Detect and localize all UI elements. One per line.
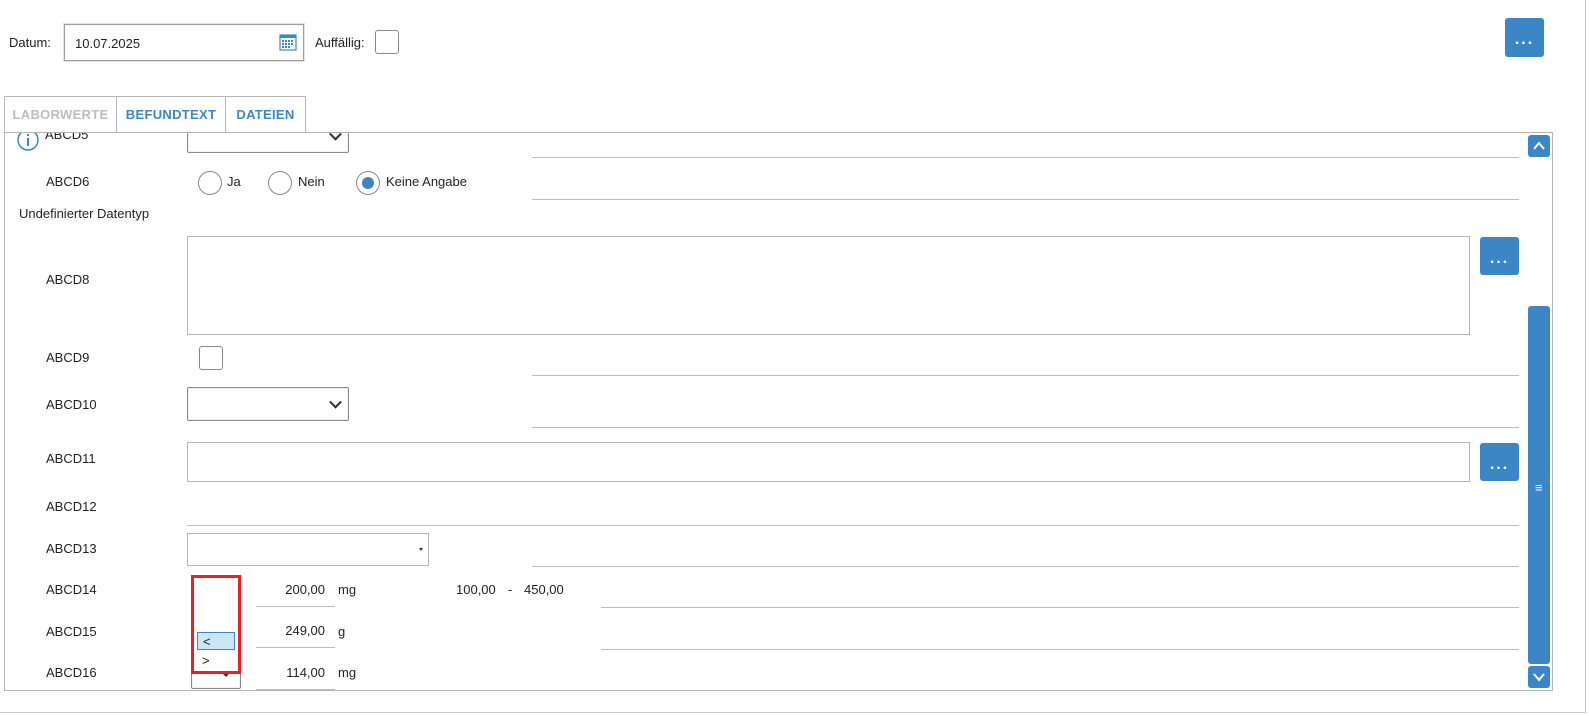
caret-down-icon: [223, 674, 229, 677]
radio-nein-label: Nein: [298, 174, 325, 189]
label-abcd14: ABCD14: [46, 582, 97, 597]
label-abcd6: ABCD6: [46, 174, 90, 189]
chevron-down-icon: [329, 395, 342, 409]
row-divider: [532, 566, 1519, 567]
label-abcd8: ABCD8: [46, 272, 90, 287]
laborwerte-panel: ABCD5 ABCD6 Ja Nein Keine Angabe Undefin…: [4, 132, 1553, 691]
value-underline: [256, 647, 335, 648]
abcd14-range-low: 100,00: [456, 582, 496, 597]
radio-keine-angabe[interactable]: [356, 171, 380, 195]
label-abcd9: ABCD9: [46, 350, 90, 365]
abcd8-textarea[interactable]: [187, 236, 1470, 335]
abcd14-value[interactable]: 200,00: [255, 582, 325, 597]
tab-dateien[interactable]: DATEIEN: [225, 96, 306, 133]
abcd9-checkbox[interactable]: [199, 346, 223, 370]
tab-befundtext[interactable]: BEFUNDTEXT: [116, 96, 226, 133]
label-abcd10: ABCD10: [46, 397, 97, 412]
label-abcd5: ABCD5: [45, 132, 89, 142]
row-divider: [532, 157, 1519, 158]
scrollbar-thumb[interactable]: ≡: [1528, 306, 1550, 664]
info-icon[interactable]: [17, 133, 39, 151]
radio-nein[interactable]: [268, 171, 292, 195]
row-divider: [532, 199, 1519, 200]
auffaellig-checkbox[interactable]: [375, 30, 399, 54]
abcd14-unit: mg: [338, 582, 357, 597]
label-abcd12: ABCD12: [46, 499, 97, 514]
dropdown-option-gt[interactable]: >: [197, 652, 235, 670]
radio-keine-angabe-label: Keine Angabe: [386, 174, 467, 189]
abcd11-input[interactable]: [187, 442, 1470, 482]
datum-field[interactable]: 10.07.2025: [64, 24, 304, 61]
operator-dropdown-popup: < >: [191, 575, 241, 674]
radio-ja-label: Ja: [227, 174, 241, 189]
tab-laborwerte[interactable]: LABORWERTE: [4, 96, 117, 133]
abcd15-value[interactable]: 249,00: [255, 623, 325, 638]
label-abcd16: ABCD16: [46, 665, 97, 680]
calendar-icon[interactable]: [279, 33, 297, 51]
abcd13-select[interactable]: [187, 533, 429, 566]
dropdown-option-lt[interactable]: <: [197, 632, 235, 650]
abcd11-more-button[interactable]: ...: [1480, 443, 1519, 481]
row-divider: [532, 375, 1519, 376]
row-divider: [532, 427, 1519, 428]
label-abcd15: ABCD15: [46, 624, 97, 639]
abcd8-more-button[interactable]: ...: [1480, 237, 1519, 275]
row-divider: [601, 649, 1519, 650]
scroll-down-button[interactable]: [1528, 666, 1550, 688]
caret-down-icon: [419, 548, 423, 551]
section-title: Undefinierter Datentyp: [19, 206, 150, 221]
auffaellig-label: Auffällig:: [315, 35, 365, 50]
datum-label: Datum:: [9, 35, 51, 50]
abcd16-value[interactable]: 114,00: [255, 665, 325, 680]
chevron-down-icon: [329, 133, 342, 141]
grip-icon: ≡: [1535, 480, 1543, 495]
row-divider: [601, 690, 1519, 691]
value-underline: [256, 606, 335, 607]
abcd5-select[interactable]: [187, 133, 349, 153]
abcd16-unit: mg: [338, 665, 357, 680]
label-abcd11: ABCD11: [46, 451, 96, 466]
abcd14-range-high: 450,00: [524, 582, 564, 597]
abcd15-unit: g: [338, 624, 346, 639]
row-divider: [601, 607, 1519, 608]
more-options-button[interactable]: ...: [1505, 18, 1544, 57]
scroll-up-button[interactable]: [1528, 135, 1550, 157]
datum-value: 10.07.2025: [75, 36, 141, 51]
value-underline: [256, 689, 335, 690]
abcd12-line[interactable]: [187, 525, 1519, 526]
abcd10-select[interactable]: [187, 387, 349, 421]
radio-ja[interactable]: [198, 171, 222, 195]
label-abcd13: ABCD13: [46, 541, 97, 556]
abcd14-range-sep: -: [508, 582, 513, 597]
